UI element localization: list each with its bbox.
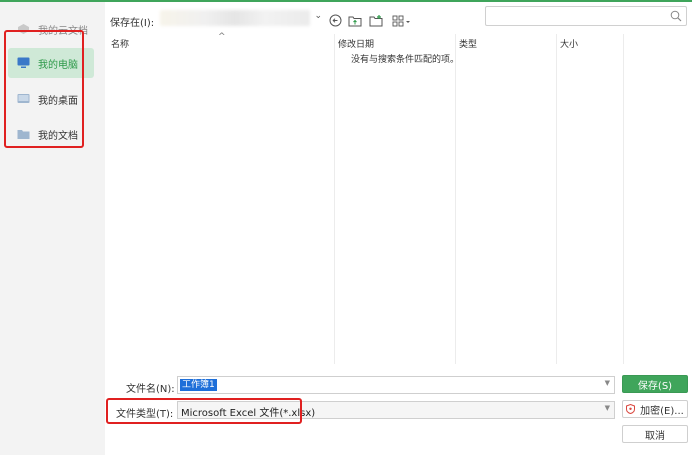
file-name-label: 文件名(N): <box>126 384 175 395</box>
sidebar-item-label: 我的云文档 <box>38 25 88 37</box>
column-divider <box>556 34 557 364</box>
desktop-icon <box>17 94 30 103</box>
file-name-value[interactable]: 工作簿1 <box>180 379 217 391</box>
sidebar-item-label: 我的文档 <box>38 130 78 142</box>
folder-icon <box>17 130 30 139</box>
cloud-doc-icon <box>18 24 29 34</box>
search-field[interactable] <box>485 6 687 26</box>
file-list[interactable]: ^ 名称 修改日期 类型 大小 没有与搜索条件匹配的项。 <box>106 32 692 364</box>
view-mode-icon <box>392 15 410 26</box>
file-type-value: Microsoft Excel 文件(*.xlsx) <box>181 408 316 419</box>
sidebar-item-my-documents[interactable]: 我的文档 <box>8 119 94 149</box>
new-folder-icon <box>369 14 383 26</box>
column-header-name[interactable]: 名称 <box>111 37 129 50</box>
save-location-dropdown[interactable]: ⌄ <box>158 8 322 28</box>
sidebar-item-label: 我的电脑 <box>38 59 78 71</box>
parent-folder-icon <box>348 16 362 26</box>
column-header-type[interactable]: 类型 <box>459 37 477 50</box>
encrypt-button[interactable]: 加密(E)... <box>622 400 688 418</box>
encrypt-button-label: 加密(E)... <box>640 405 684 417</box>
column-header-size[interactable]: 大小 <box>560 37 578 50</box>
chevron-down-icon: ⌄ <box>314 11 322 21</box>
column-header-modified-date[interactable]: 修改日期 <box>338 37 374 50</box>
sidebar: 我的云文档 我的电脑 我的桌面 我的文档 <box>0 2 105 455</box>
save-in-label: 保存在(I): <box>110 18 155 29</box>
chevron-down-icon: ▼ <box>604 404 610 412</box>
column-divider <box>334 34 335 364</box>
sort-ascending-icon: ^ <box>218 32 226 42</box>
parent-folder-button[interactable] <box>347 12 363 28</box>
file-name-field[interactable]: 工作簿1 ▼ <box>177 376 615 394</box>
shield-icon <box>626 404 636 414</box>
path-value <box>160 10 310 26</box>
search-icon <box>670 10 682 22</box>
save-button[interactable]: 保存(S) <box>622 375 688 393</box>
cancel-button[interactable]: 取消 <box>622 425 688 443</box>
computer-icon <box>17 57 30 68</box>
new-folder-button[interactable] <box>368 12 384 28</box>
column-divider <box>623 34 624 364</box>
empty-list-message: 没有与搜索条件匹配的项。 <box>351 55 460 65</box>
sidebar-item-label: 我的桌面 <box>38 95 78 107</box>
chevron-down-icon[interactable]: ▼ <box>605 379 610 387</box>
view-mode-button[interactable] <box>391 12 411 28</box>
back-icon <box>329 14 341 26</box>
file-type-select[interactable]: Microsoft Excel 文件(*.xlsx) ▼ <box>177 401 615 419</box>
column-divider <box>455 34 456 364</box>
sidebar-item-cloud-docs[interactable]: 我的云文档 <box>8 14 94 44</box>
back-button[interactable] <box>327 12 343 28</box>
sidebar-item-my-desktop[interactable]: 我的桌面 <box>8 84 94 114</box>
file-type-label: 文件类型(T): <box>116 409 174 420</box>
sidebar-item-my-computer[interactable]: 我的电脑 <box>8 48 94 78</box>
search-input[interactable] <box>490 9 660 23</box>
